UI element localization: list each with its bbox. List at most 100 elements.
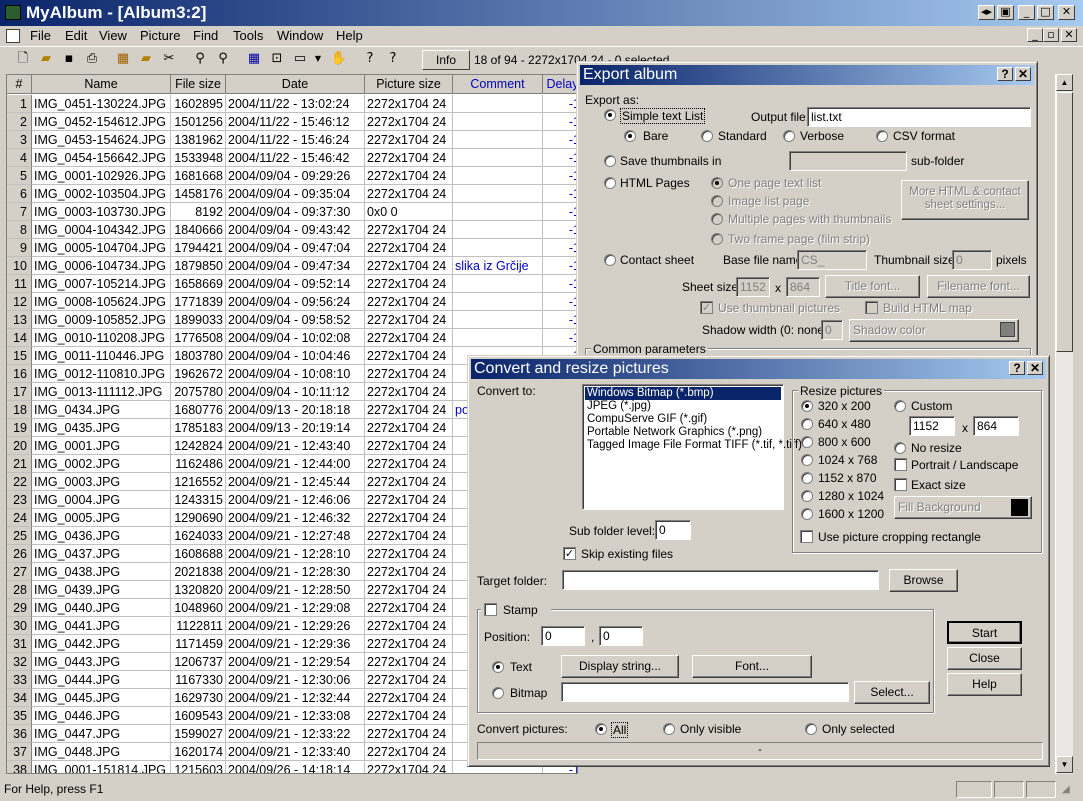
table-row[interactable]: 10 IMG_0006-104734.JPG 1879850 2004/09/04 -… — [7, 257, 577, 275]
portrait-landscape-checkbox[interactable] — [894, 458, 907, 471]
only-selected-radio[interactable] — [805, 723, 817, 735]
one-page-radio[interactable] — [711, 177, 723, 189]
format-option[interactable]: JPEG (*.jpg) — [585, 400, 651, 413]
format-option[interactable]: CompuServe GIF (*.gif) — [585, 413, 707, 426]
menu-tools[interactable]: Tools — [233, 28, 263, 43]
shadow-color-button[interactable]: Shadow color — [849, 319, 1019, 342]
thumbnail-size-input[interactable]: 0 — [952, 250, 992, 270]
sheet-width-input[interactable]: 1152 — [736, 277, 770, 297]
csv-format-radio[interactable] — [876, 130, 888, 142]
size-1600-radio[interactable] — [801, 508, 813, 520]
stamp-checkbox[interactable] — [484, 603, 497, 616]
cropping-rectangle-checkbox[interactable] — [800, 530, 813, 543]
zoom-icon[interactable]: ⊡ — [268, 50, 286, 68]
table-row[interactable]: 1 IMG_0451-130224.JPG 1602895 2004/11/22 - … — [7, 95, 577, 113]
menu-help[interactable]: Help — [336, 28, 363, 43]
table-row[interactable]: 5 IMG_0001-102926.JPG 1681668 2004/09/04 - … — [7, 167, 577, 185]
save-icon[interactable]: ▪ — [60, 50, 78, 68]
size-1152-radio[interactable] — [801, 472, 813, 484]
scroll-down-icon[interactable]: ▼ — [1056, 756, 1073, 773]
menu-window[interactable]: Window — [277, 28, 323, 43]
format-listbox[interactable]: Windows Bitmap (*.bmp) JPEG (*.jpg) Comp… — [582, 384, 802, 510]
column-header-name[interactable]: Name — [32, 75, 171, 94]
table-row[interactable]: 3 IMG_0453-154624.JPG 1381962 2004/11/22 - … — [7, 131, 577, 149]
context-help-icon[interactable]: ? — [1009, 361, 1025, 375]
add-folder-icon[interactable]: ▰ — [137, 50, 155, 68]
find-next-icon[interactable]: ⚲ — [214, 50, 232, 68]
table-row[interactable]: 14 IMG_0010-110208.JPG 1776508 2004/09/04 -… — [7, 329, 577, 347]
table-row[interactable]: 8 IMG_0004-104342.JPG 1840666 2004/09/04 - … — [7, 221, 577, 239]
simple-text-radio[interactable] — [604, 109, 616, 121]
sheet-height-input[interactable]: 864 — [786, 277, 820, 297]
display-string-button[interactable]: Display string... — [561, 655, 679, 678]
menu-picture[interactable]: Picture — [140, 28, 180, 43]
table-row[interactable]: 7 IMG_0003-103730.JPG 8192 2004/09/04 - 09:… — [7, 203, 577, 221]
table-row[interactable]: 9 IMG_0005-104704.JPG 1794421 2004/09/04 - … — [7, 239, 577, 257]
table-row[interactable]: 11 IMG_0007-105214.JPG 1658669 2004/09/04 -… — [7, 275, 577, 293]
minimize-button[interactable]: _ — [1018, 5, 1035, 20]
column-header-file-size[interactable]: File size — [171, 75, 226, 94]
shadow-width-input[interactable]: 0 — [821, 320, 843, 340]
child-minimize-button[interactable]: _ — [1027, 28, 1043, 42]
column-header-delay[interactable]: Delay — [543, 75, 577, 94]
help-button[interactable]: Help — [947, 673, 1022, 696]
stamp-bitmap-radio[interactable] — [492, 687, 504, 699]
find-icon[interactable]: ⚲ — [191, 50, 209, 68]
open-icon[interactable]: ▰ — [37, 50, 55, 68]
document-icon[interactable] — [6, 29, 20, 43]
vertical-scrollbar[interactable]: ▲ ▼ — [1055, 74, 1073, 774]
standard-radio[interactable] — [701, 130, 713, 142]
sub-folder-level-input[interactable]: 0 — [655, 520, 691, 540]
size-800-radio[interactable] — [801, 436, 813, 448]
stamp-text-radio[interactable] — [492, 661, 504, 673]
custom-height-input[interactable]: 864 — [973, 416, 1019, 436]
multi-pages-radio[interactable] — [711, 213, 723, 225]
exact-size-checkbox[interactable] — [894, 478, 907, 491]
position-x-input[interactable]: 0 — [541, 626, 585, 646]
table-row[interactable]: 4 IMG_0454-156642.JPG 1533948 2004/11/22 - … — [7, 149, 577, 167]
format-option[interactable]: Windows Bitmap (*.bmp) — [585, 387, 781, 400]
position-y-input[interactable]: 0 — [599, 626, 643, 646]
use-thumbnails-checkbox[interactable]: ✓ — [700, 301, 713, 314]
table-row[interactable]: 2 IMG_0452-154612.JPG 1501256 2004/11/22 - … — [7, 113, 577, 131]
chevron-down-icon[interactable]: ▼ — [309, 50, 327, 68]
image-list-radio[interactable] — [711, 195, 723, 207]
filename-font-button[interactable]: Filename font... — [927, 275, 1030, 298]
close-icon[interactable]: ✕ — [1015, 67, 1031, 81]
scroll-up-icon[interactable]: ▲ — [1056, 74, 1073, 91]
custom-width-input[interactable]: 1152 — [909, 416, 955, 436]
title-font-button[interactable]: Title font... — [825, 275, 920, 298]
hand-icon[interactable]: ✋ — [330, 50, 348, 68]
print-icon[interactable]: ⎙ — [83, 50, 101, 68]
format-option[interactable]: Portable Network Graphics (*.png) — [585, 426, 762, 439]
menu-file[interactable]: File — [30, 28, 51, 43]
output-file-input[interactable]: list.txt — [807, 107, 1031, 127]
context-help-icon[interactable]: ? — [997, 67, 1013, 81]
menu-edit[interactable]: Edit — [65, 28, 87, 43]
only-visible-radio[interactable] — [663, 723, 675, 735]
bare-radio[interactable] — [624, 130, 636, 142]
info-button[interactable]: Info — [422, 50, 470, 70]
thumbnails-icon[interactable]: ▦ — [245, 50, 263, 68]
table-row[interactable]: 6 IMG_0002-103504.JPG 1458176 2004/09/04 - … — [7, 185, 577, 203]
add-pictures-icon[interactable]: ▦ — [114, 50, 132, 68]
maximize-button[interactable]: □ — [1037, 5, 1054, 20]
column-header-comment[interactable]: Comment — [453, 75, 543, 94]
custom-size-radio[interactable] — [894, 400, 906, 412]
column-header-date[interactable]: Date — [226, 75, 365, 94]
tile-icon[interactable]: ▣ — [997, 5, 1014, 20]
base-file-name-input[interactable]: CS_ — [797, 250, 867, 270]
child-close-button[interactable]: ✕ — [1061, 28, 1077, 42]
more-html-settings-button[interactable]: More HTML & contact sheet settings... — [901, 180, 1029, 220]
browse-button[interactable]: Browse — [889, 569, 958, 592]
close-button[interactable]: Close — [947, 647, 1022, 670]
size-640-radio[interactable] — [801, 418, 813, 430]
thumbnail-subfolder-input[interactable] — [789, 151, 907, 171]
convert-all-radio[interactable] — [595, 723, 607, 735]
contact-sheet-radio[interactable] — [604, 254, 616, 266]
size-1024-radio[interactable] — [801, 454, 813, 466]
select-bitmap-button[interactable]: Select... — [854, 681, 930, 704]
format-option[interactable]: Tagged Image File Format TIFF (*.tif, *.… — [585, 439, 802, 452]
target-folder-input[interactable] — [562, 570, 879, 590]
bitmap-path-input[interactable] — [561, 682, 849, 702]
